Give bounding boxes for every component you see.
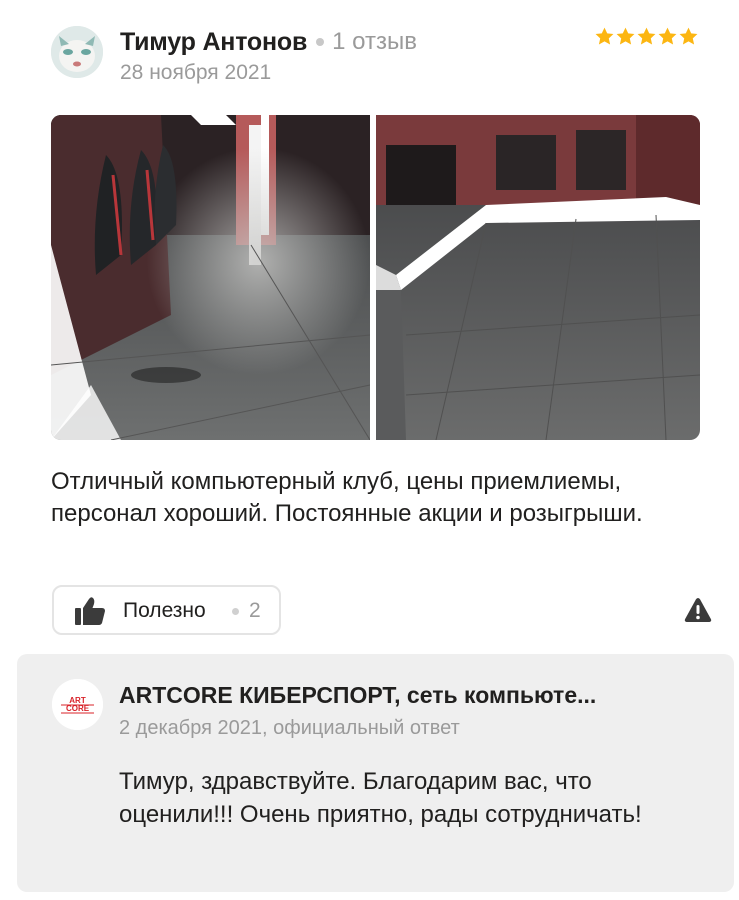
review-card: Тимур Антонов 1 отзыв 28 ноября 2021 Отл… bbox=[0, 0, 739, 900]
separator-dot bbox=[316, 38, 325, 46]
review-photo-2[interactable] bbox=[376, 115, 700, 440]
star-icon bbox=[616, 27, 635, 45]
user-avatar[interactable] bbox=[51, 26, 103, 78]
star-icon bbox=[679, 27, 698, 45]
star-icon bbox=[658, 27, 677, 45]
warning-icon[interactable] bbox=[684, 597, 712, 623]
useful-label: Полезно bbox=[123, 599, 206, 622]
star-icon bbox=[595, 27, 614, 45]
artcore-logo[interactable]: ART CORE bbox=[52, 679, 103, 730]
author-line: Тимур Антонов 1 отзыв bbox=[120, 26, 417, 58]
reply-meta: 2 декабря 2021, официальный ответ bbox=[119, 717, 460, 739]
star-icon bbox=[637, 27, 656, 45]
thumbs-up-icon bbox=[75, 597, 105, 625]
author-name[interactable]: Тимур Антонов bbox=[120, 28, 307, 57]
review-photo-1[interactable] bbox=[51, 115, 370, 440]
useful-button[interactable]: Полезно 2 bbox=[52, 585, 281, 635]
review-date: 28 ноября 2021 bbox=[120, 61, 272, 84]
reply-organization-name[interactable]: ARTCORE КИБЕРСПОРТ, сеть компьюте... bbox=[119, 682, 699, 709]
review-text: Отличный компьютерный клуб, цены приемли… bbox=[51, 468, 643, 527]
rating-stars bbox=[594, 26, 699, 47]
useful-count: 2 bbox=[249, 599, 261, 622]
author-reviews-count: 1 отзыв bbox=[332, 28, 417, 55]
separator-dot bbox=[232, 608, 239, 615]
official-reply: ART CORE ARTCORE КИБЕРСПОРТ, сеть компью… bbox=[17, 654, 734, 892]
reply-text: Тимур, здравствуйте. Благодарим вас, что… bbox=[119, 768, 642, 828]
